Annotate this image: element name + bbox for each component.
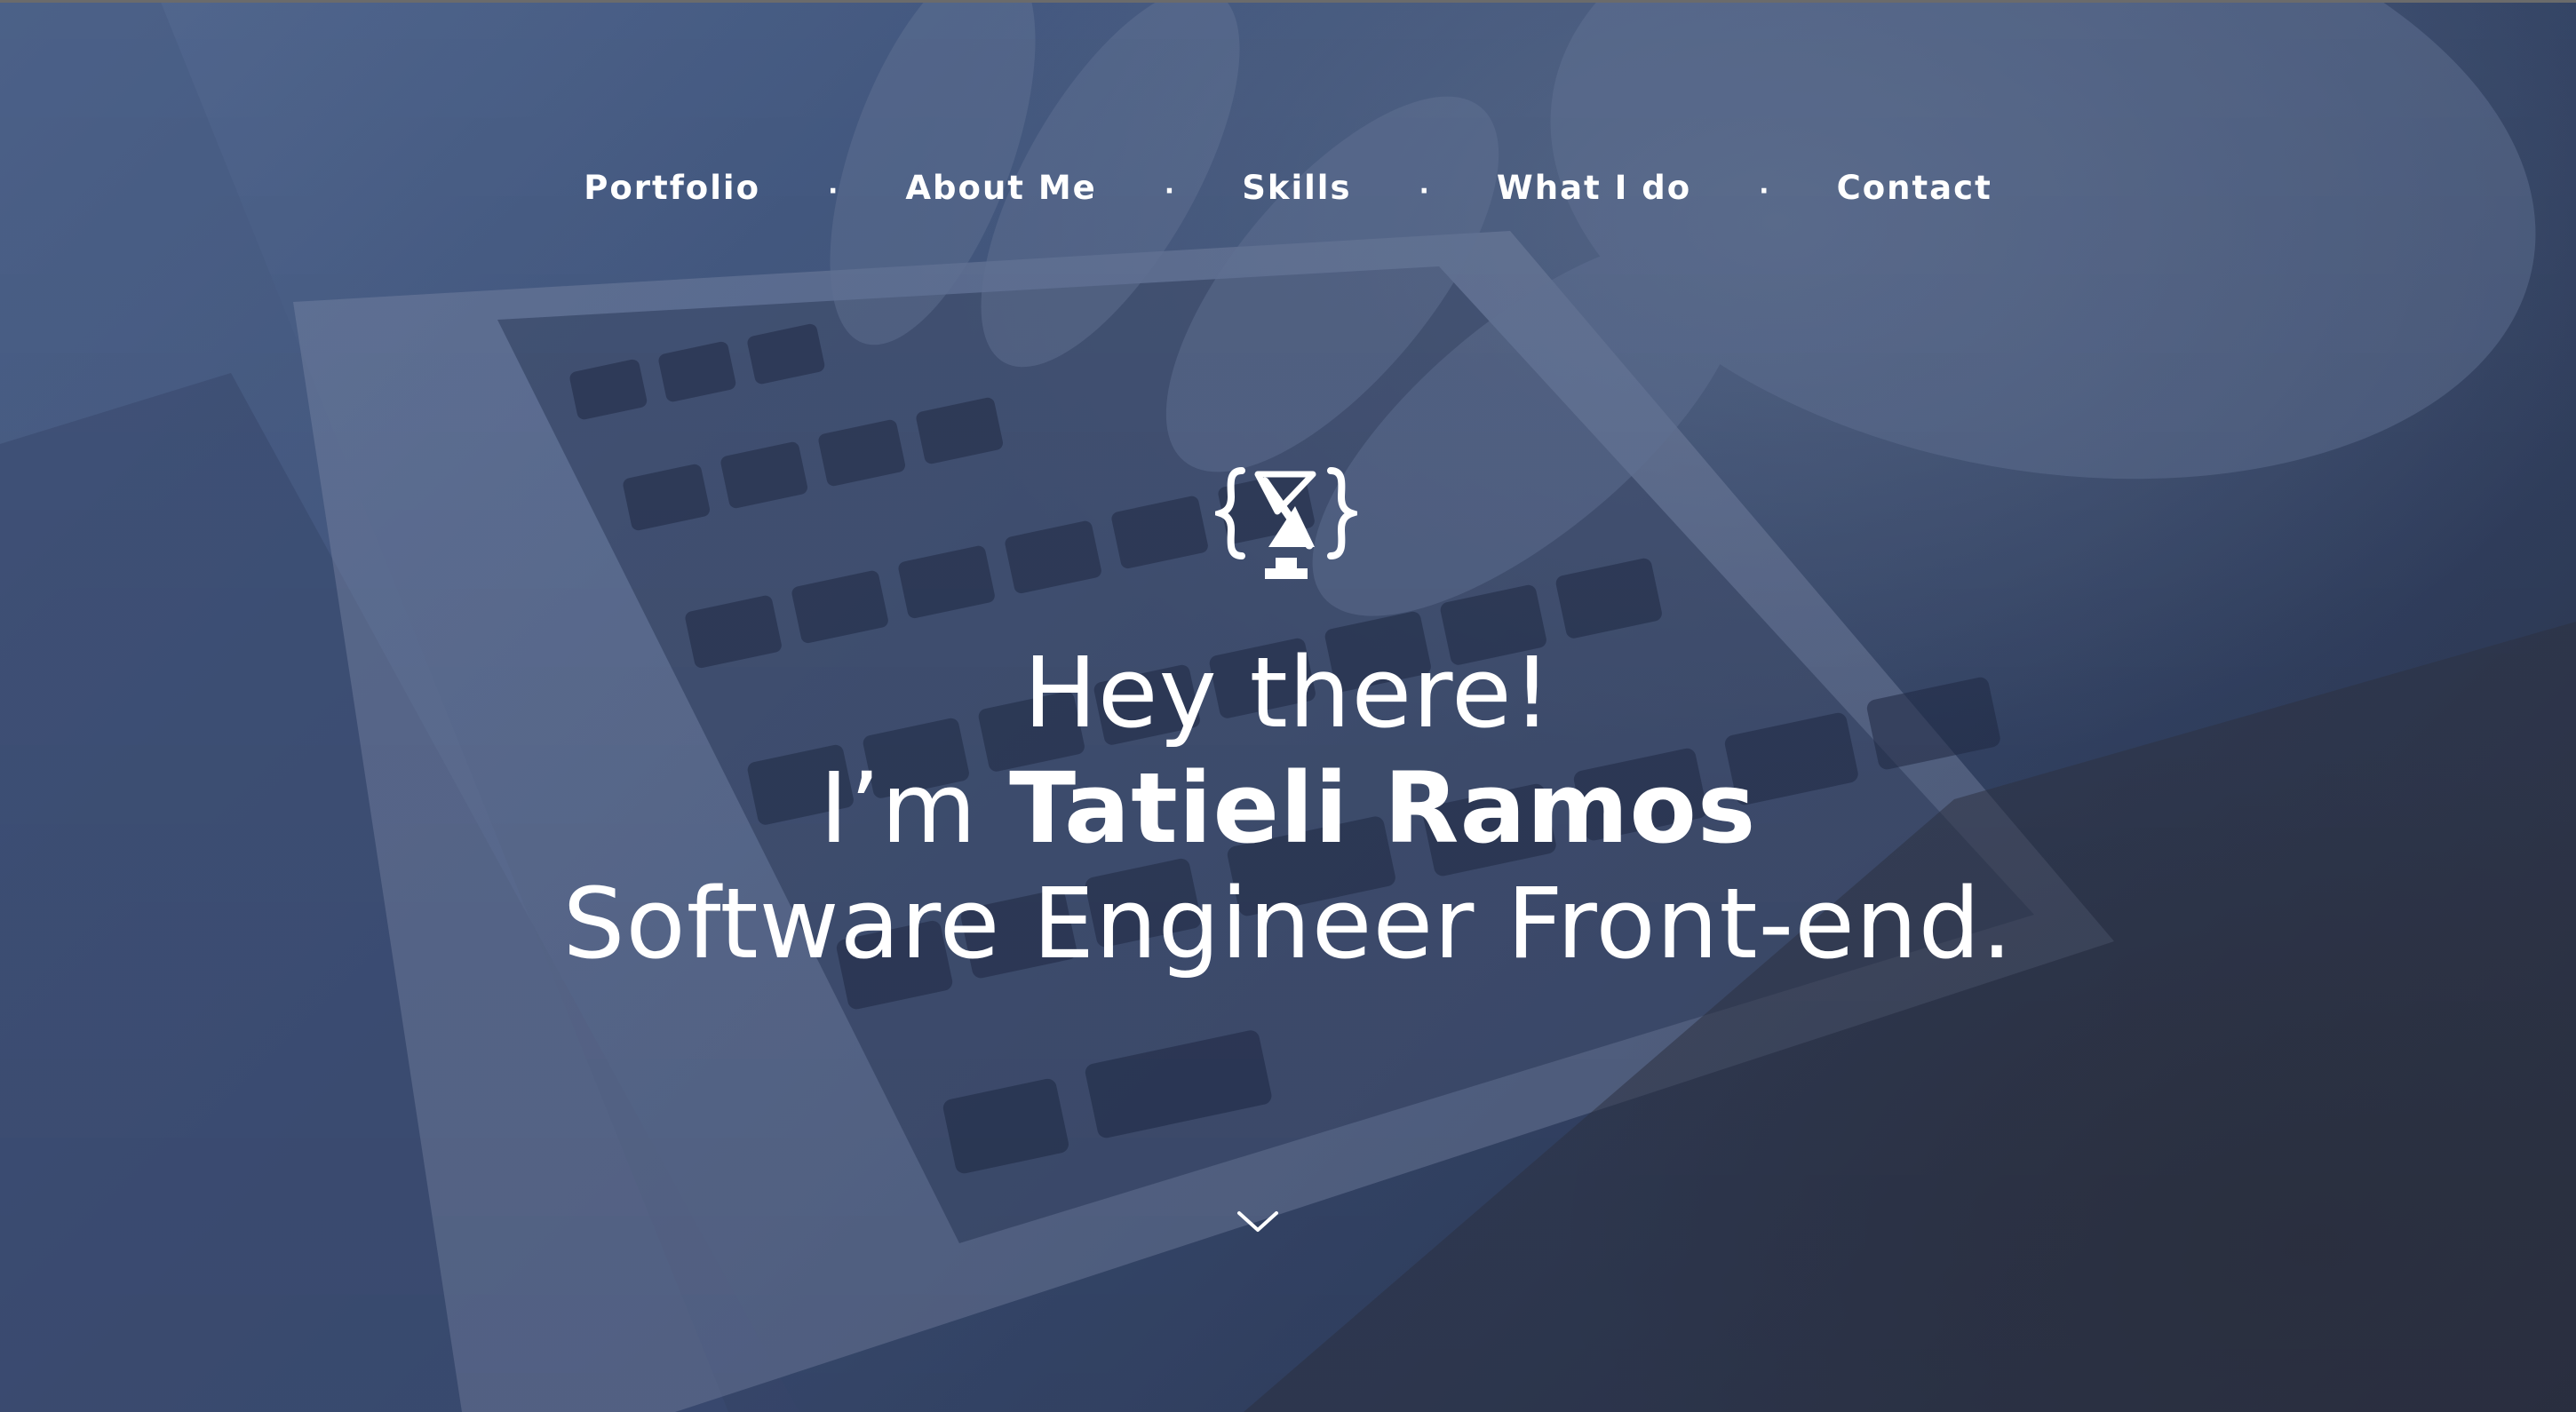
top-border <box>0 0 2576 3</box>
intro-line: I’m Tatieli Ramos <box>0 750 2576 866</box>
nav-item-about-me[interactable]: About Me <box>896 169 1105 207</box>
main-navigation: Portfolio · About Me · Skills · What I d… <box>0 169 2576 207</box>
nav-separator: · <box>1164 176 1175 207</box>
nav-item-what-i-do[interactable]: What I do <box>1488 169 1700 207</box>
person-name: Tatieli Ramos <box>1009 751 1757 865</box>
intro-prefix: I’m <box>819 751 978 865</box>
nav-item-skills[interactable]: Skills <box>1233 169 1360 207</box>
greeting-text: Hey there! <box>1023 636 1553 750</box>
nav-separator: · <box>1759 176 1769 207</box>
role-text: Software Engineer Front-end. <box>562 867 2014 980</box>
chevron-down-icon[interactable] <box>1236 1208 1280 1234</box>
code-trophy-logo-icon <box>1215 467 1357 579</box>
nav-item-portfolio[interactable]: Portfolio <box>575 169 769 207</box>
nav-separator: · <box>828 176 839 207</box>
hero-headline: Hey there! I’m Tatieli Ramos Software En… <box>0 635 2576 981</box>
nav-item-contact[interactable]: Contact <box>1828 169 2001 207</box>
hero-section: Portfolio · About Me · Skills · What I d… <box>0 0 2576 1412</box>
nav-separator: · <box>1419 176 1429 207</box>
